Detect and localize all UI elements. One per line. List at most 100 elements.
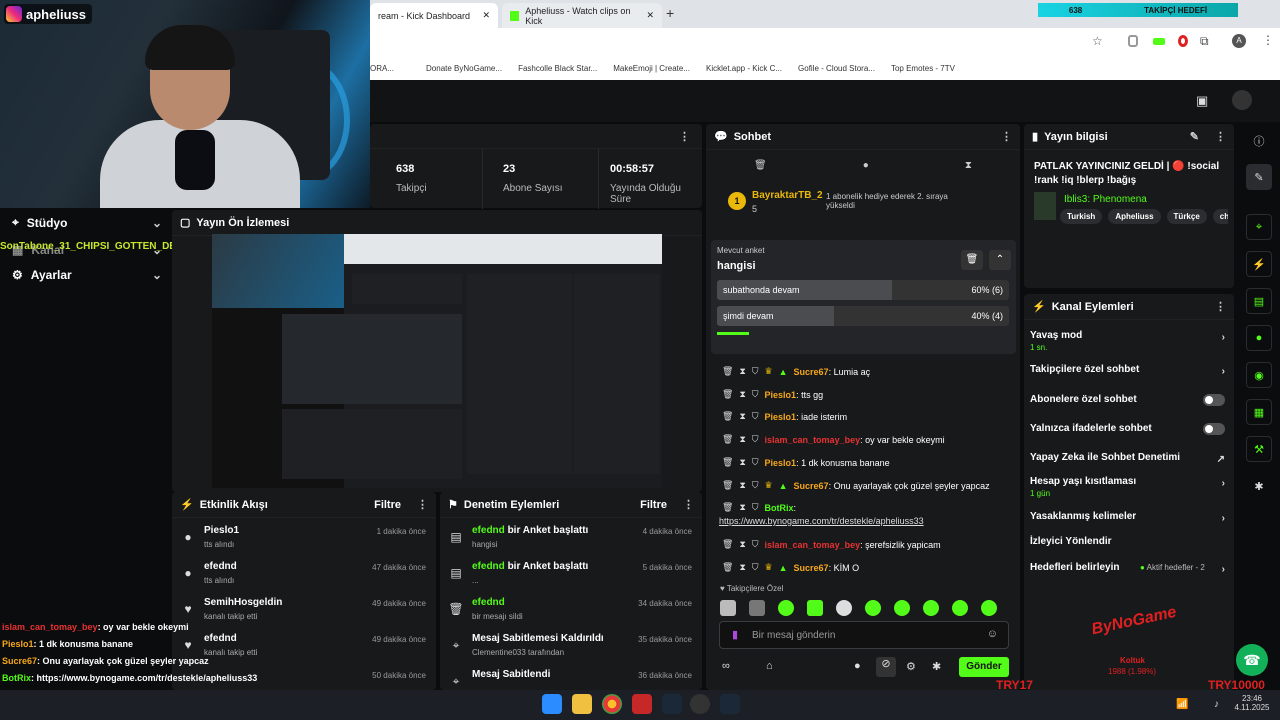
chat-input[interactable]: ▮ Bir mesaj gönderin ☺: [719, 621, 1009, 649]
more-icon[interactable]: ⋮: [683, 498, 694, 511]
bookmark-item[interactable]: ORA...: [370, 64, 394, 73]
account-age-row[interactable]: Hesap yaşı kısıtlaması 1 gün ›: [1030, 476, 1225, 498]
send-button[interactable]: Gönder: [959, 657, 1009, 677]
support-icon[interactable]: ☎: [1236, 644, 1268, 676]
extension-opera-icon[interactable]: [1178, 35, 1188, 47]
raid-row[interactable]: İzleyici Yönlendir: [1030, 536, 1225, 547]
chat-username[interactable]: Pieslo1: [765, 458, 797, 468]
trash-icon[interactable]: 🗑: [722, 366, 733, 377]
poll-option[interactable]: subathonda devam 60% (6): [717, 280, 1009, 300]
emote-icon[interactable]: [836, 600, 852, 616]
emote-icon[interactable]: [720, 600, 736, 616]
lightning-icon[interactable]: ⚡: [1246, 251, 1272, 277]
extensions-puzzle-icon[interactable]: ⧉: [1200, 34, 1209, 49]
mic-icon[interactable]: ▮: [732, 628, 738, 641]
bookmark-star-icon[interactable]: ☆: [1092, 34, 1103, 48]
emote-icon[interactable]: [778, 600, 794, 616]
trash-icon[interactable]: 🗑: [722, 389, 733, 400]
hourglass-icon[interactable]: ⧗: [739, 480, 745, 491]
trash-icon[interactable]: 🗑: [722, 562, 733, 573]
obs-icon[interactable]: [690, 694, 710, 714]
document-icon[interactable]: ▤: [1246, 288, 1272, 314]
app-icon[interactable]: [632, 694, 652, 714]
trash-icon[interactable]: 🗑: [722, 502, 733, 513]
hourglass-icon[interactable]: ⧗: [739, 434, 745, 445]
chat-username[interactable]: Sucre67: [794, 563, 829, 573]
trash-icon[interactable]: 🗑: [754, 160, 767, 171]
chat-username[interactable]: islam_can_tomay_bey: [765, 540, 861, 550]
subscribers-only-toggle[interactable]: [1203, 394, 1225, 406]
profile-avatar-icon[interactable]: A: [1232, 34, 1246, 48]
steam-icon[interactable]: [662, 694, 682, 714]
banned-words-row[interactable]: Yasaklanmış kelimeler ›: [1030, 511, 1225, 524]
more-icon[interactable]: ⋮: [1215, 300, 1226, 313]
chevron-up-icon[interactable]: ⌃: [989, 250, 1011, 270]
hourglass-icon[interactable]: ⧗: [739, 411, 745, 422]
slow-mode-row[interactable]: Yavaş mod 1 sn. ›: [1030, 330, 1225, 352]
hourglass-icon[interactable]: ⧗: [739, 366, 745, 377]
browser-menu-icon[interactable]: ⋮: [1262, 33, 1274, 47]
chrome-icon[interactable]: [602, 694, 622, 714]
gear-icon[interactable]: ⚙: [906, 660, 916, 673]
more-icon[interactable]: ⋮: [417, 498, 428, 511]
puzzle-icon[interactable]: ✱: [932, 660, 941, 673]
avatar[interactable]: [1232, 90, 1252, 110]
hourglass-icon[interactable]: ⧗: [739, 562, 745, 573]
filter-button[interactable]: Filtre: [640, 499, 667, 511]
emoji-icon[interactable]: ☺: [987, 628, 998, 640]
close-icon[interactable]: ✕: [482, 10, 490, 21]
chat-bubble-icon[interactable]: ●: [863, 160, 869, 171]
chat-username[interactable]: Pieslo1: [765, 412, 797, 422]
chat-username[interactable]: Sucre67: [794, 481, 829, 491]
trash-icon[interactable]: 🗑: [722, 457, 733, 468]
goals-row[interactable]: Hedefleri belirleyin ● Aktif hedefler - 2…: [1030, 562, 1225, 575]
hourglass-icon[interactable]: ⧗: [739, 502, 745, 513]
bookmark-item[interactable]: Fashcolle Black Star...: [518, 64, 597, 73]
chat-username[interactable]: islam_can_tomay_bey: [765, 435, 861, 445]
mute-icon[interactable]: ⊘: [876, 657, 896, 677]
trash-icon[interactable]: 🗑: [722, 480, 733, 491]
layout-icon[interactable]: ▦: [1246, 399, 1272, 425]
address-bar[interactable]: ☆ ⧉ A ⋮: [370, 28, 1280, 56]
infinity-icon[interactable]: ∞: [722, 660, 730, 672]
more-icon[interactable]: ⋮: [1215, 130, 1226, 143]
tab-apheliuss-clips[interactable]: Apheliuss - Watch clips on Kick ✕: [502, 3, 662, 28]
emote-icon[interactable]: [923, 600, 939, 616]
more-icon[interactable]: ⋮: [679, 130, 690, 143]
target-icon[interactable]: ⌖: [1246, 214, 1272, 240]
hourglass-icon[interactable]: ⧗: [739, 389, 745, 400]
stream-preview-video[interactable]: [212, 234, 662, 488]
emote-icon[interactable]: [749, 600, 765, 616]
steam-icon[interactable]: [720, 694, 740, 714]
broadcast-icon[interactable]: ◉: [1246, 362, 1272, 388]
volume-icon[interactable]: ♪: [1214, 699, 1219, 710]
more-icon[interactable]: ⋮: [1001, 130, 1012, 143]
chat-username[interactable]: Pieslo1: [765, 390, 797, 400]
emote-icon[interactable]: [807, 600, 823, 616]
followers-only-row[interactable]: Takipçilere özel sohbet ›: [1030, 364, 1225, 377]
gift-user[interactable]: BayraktarTB_2: [752, 190, 823, 201]
store-icon[interactable]: ⌂: [766, 660, 773, 672]
trash-icon[interactable]: 🗑: [722, 434, 733, 445]
sidebar-item-studio[interactable]: ⌖ Stüdyo ⌄: [12, 215, 162, 230]
botrix-link[interactable]: https://www.bynogame.com/tr/destekle/aph…: [719, 516, 924, 526]
trash-icon[interactable]: 🗑: [961, 250, 983, 270]
apps-icon[interactable]: ✱: [1246, 473, 1272, 499]
bookmark-item[interactable]: Kicklet.app - Kick C...: [706, 64, 782, 73]
category-name[interactable]: Iblis3: Phenomena: [1064, 194, 1147, 205]
system-clock[interactable]: 23:46 4.11.2025: [1232, 694, 1272, 712]
new-tab-icon[interactable]: +: [666, 5, 674, 21]
sidebar-item-settings[interactable]: ⚙ Ayarlar ⌄: [12, 268, 162, 282]
chat-username[interactable]: Sucre67: [794, 367, 829, 377]
bookmark-item[interactable]: Donate ByNoGame...: [426, 64, 502, 73]
info-icon[interactable]: ⓘ: [1246, 128, 1272, 154]
network-icon[interactable]: 📶: [1176, 699, 1188, 710]
trash-icon[interactable]: 🗑: [722, 539, 733, 550]
bookmark-item[interactable]: Gofile - Cloud Stora...: [798, 64, 875, 73]
emote-only-toggle[interactable]: [1203, 423, 1225, 435]
chat-icon[interactable]: ●: [1246, 325, 1272, 351]
emote-icon[interactable]: [865, 600, 881, 616]
chat-bubble-icon[interactable]: ●: [854, 660, 861, 672]
extension-shield-icon[interactable]: [1128, 35, 1138, 47]
hourglass-icon[interactable]: ⧗: [739, 457, 745, 468]
